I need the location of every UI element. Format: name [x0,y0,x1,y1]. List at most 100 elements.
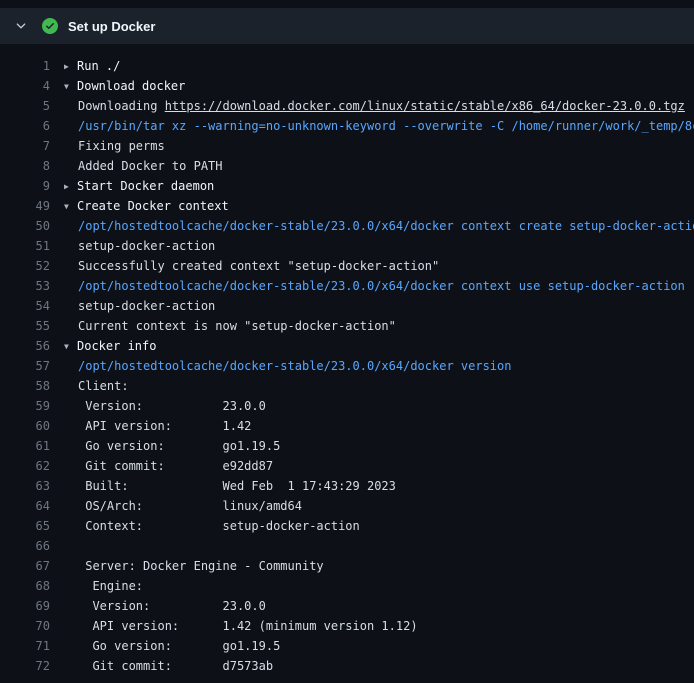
line-number[interactable]: 68 [0,576,50,596]
line-content: Go version: go1.19.5 [78,436,280,456]
line-number[interactable]: 69 [0,596,50,616]
line-content: OS/Arch: linux/amd64 [78,496,302,516]
line-content: ▶Run ./ [64,56,120,76]
line-content: Engine: [78,576,143,596]
line-number[interactable]: 53 [0,276,50,296]
line-number[interactable]: 55 [0,316,50,336]
line-number[interactable]: 64 [0,496,50,516]
line-content: API version: 1.42 [78,416,251,436]
line-content: /opt/hostedtoolcache/docker-stable/23.0.… [78,216,694,236]
line-content: Client: [78,376,129,396]
line-content: Context: setup-docker-action [78,516,360,536]
log-line: 8 Added Docker to PATH [0,156,694,176]
log-text: Run ./ [77,59,120,73]
line-content: ▼Create Docker context [64,196,229,216]
log-line: 55 Current context is now "setup-docker-a… [0,316,694,336]
step-header[interactable]: Set up Docker [0,8,694,44]
line-content: Built: Wed Feb 1 17:43:29 2023 [78,476,396,496]
log-group-line[interactable]: 4 ▼Download docker [0,76,694,96]
log-text: Git commit: e92dd87 [78,459,273,473]
log-group-line[interactable]: 56 ▼Docker info [0,336,694,356]
triangle-right-icon[interactable]: ▶ [64,177,77,196]
triangle-down-icon[interactable]: ▼ [64,77,77,96]
log-group-line[interactable]: 49 ▼Create Docker context [0,196,694,216]
line-number[interactable]: 5 [0,96,50,116]
log-viewer: 1▶Run ./4▼Download docker5Downloading ht… [0,44,694,676]
line-content: /usr/bin/tar xz --warning=no-unknown-key… [78,116,694,136]
log-command-text: /opt/hostedtoolcache/docker-stable/23.0.… [78,359,511,373]
chevron-down-icon[interactable] [14,19,28,33]
triangle-right-icon[interactable]: ▶ [64,57,77,76]
line-number[interactable]: 66 [0,536,50,556]
log-command-text: /usr/bin/tar xz --warning=no-unknown-key… [78,119,694,133]
line-content: setup-docker-action [78,236,215,256]
log-line: 59 Version: 23.0.0 [0,396,694,416]
line-number[interactable]: 62 [0,456,50,476]
log-line: 66 [0,536,694,556]
log-line: 68 Engine: [0,576,694,596]
line-content: ▼Docker info [64,336,156,356]
log-text: setup-docker-action [78,239,215,253]
line-number[interactable]: 6 [0,116,50,136]
log-text: Create Docker context [77,199,229,213]
line-content: /opt/hostedtoolcache/docker-stable/23.0.… [78,276,685,296]
log-group-line[interactable]: 1 ▶Run ./ [0,56,694,76]
log-line: 54 setup-docker-action [0,296,694,316]
log-line: 7 Fixing perms [0,136,694,156]
log-text: Fixing perms [78,139,165,153]
log-link[interactable]: https://download.docker.com/linux/static… [165,99,685,113]
log-line: 65 Context: setup-docker-action [0,516,694,536]
line-number[interactable]: 52 [0,256,50,276]
line-number[interactable]: 1 [0,56,50,76]
line-number[interactable]: 50 [0,216,50,236]
line-number[interactable]: 72 [0,656,50,676]
line-content: setup-docker-action [78,296,215,316]
line-number[interactable]: 67 [0,556,50,576]
log-line: 71 Go version: go1.19.5 [0,636,694,656]
triangle-down-icon[interactable]: ▼ [64,337,77,356]
log-line: 69 Version: 23.0.0 [0,596,694,616]
log-line: 63 Built: Wed Feb 1 17:43:29 2023 [0,476,694,496]
line-content: Fixing perms [78,136,165,156]
line-content: /opt/hostedtoolcache/docker-stable/23.0.… [78,356,511,376]
line-content: ▶Start Docker daemon [64,176,214,196]
log-line: 72 Git commit: d7573ab [0,656,694,676]
line-number[interactable]: 56 [0,336,50,356]
line-number[interactable]: 58 [0,376,50,396]
line-content: Version: 23.0.0 [78,596,266,616]
line-number[interactable]: 71 [0,636,50,656]
line-number[interactable]: 49 [0,196,50,216]
line-number[interactable]: 65 [0,516,50,536]
log-line: 6/usr/bin/tar xz --warning=no-unknown-ke… [0,116,694,136]
log-group-line[interactable]: 9 ▶Start Docker daemon [0,176,694,196]
line-content: Added Docker to PATH [78,156,223,176]
log-line: 50/opt/hostedtoolcache/docker-stable/23.… [0,216,694,236]
log-line: 58 Client: [0,376,694,396]
line-content: Go version: go1.19.5 [78,636,280,656]
log-text: Successfully created context "setup-dock… [78,259,439,273]
line-number[interactable]: 7 [0,136,50,156]
line-number[interactable]: 54 [0,296,50,316]
line-content: Version: 23.0.0 [78,396,266,416]
line-number[interactable]: 63 [0,476,50,496]
log-line: 57/opt/hostedtoolcache/docker-stable/23.… [0,356,694,376]
line-number[interactable]: 59 [0,396,50,416]
log-text: OS/Arch: linux/amd64 [78,499,302,513]
log-line: 52 Successfully created context "setup-do… [0,256,694,276]
line-number[interactable]: 4 [0,76,50,96]
line-content: Current context is now "setup-docker-act… [78,316,396,336]
log-line: 53/opt/hostedtoolcache/docker-stable/23.… [0,276,694,296]
line-number[interactable]: 8 [0,156,50,176]
line-number[interactable]: 9 [0,176,50,196]
line-number[interactable]: 61 [0,436,50,456]
log-line: 64 OS/Arch: linux/amd64 [0,496,694,516]
triangle-down-icon[interactable]: ▼ [64,197,77,216]
line-number[interactable]: 57 [0,356,50,376]
line-content: ▼Download docker [64,76,185,96]
log-text: Git commit: d7573ab [78,659,273,673]
line-number[interactable]: 60 [0,416,50,436]
line-number[interactable]: 51 [0,236,50,256]
check-circle-icon [42,18,58,34]
log-text: Downloading [78,99,165,113]
line-number[interactable]: 70 [0,616,50,636]
